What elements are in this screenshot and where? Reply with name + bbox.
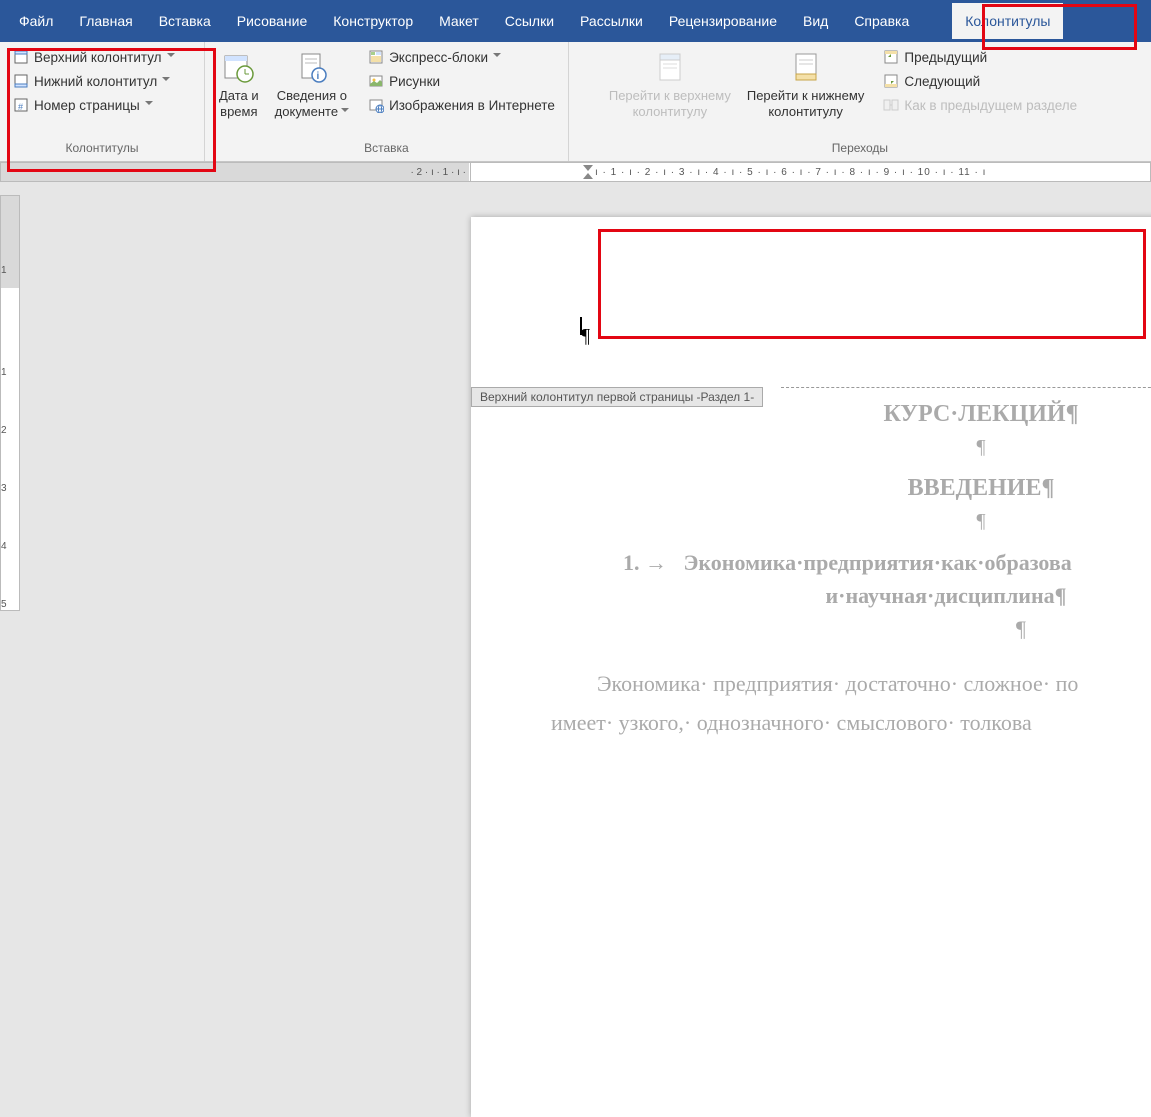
online-pictures-icon: [368, 97, 384, 113]
date-time-button[interactable]: Дата и время: [213, 46, 265, 125]
group-label-insert: Вставка: [213, 139, 560, 157]
go-to-footer-button[interactable]: Перейти к нижнему колонтитулу: [741, 46, 871, 125]
pictures-icon: [368, 73, 384, 89]
online-pictures-label: Изображения в Интернете: [389, 98, 555, 113]
next-icon: [883, 73, 899, 89]
doc-pilcrow: ¶: [551, 432, 1151, 462]
tab-insert[interactable]: Вставка: [146, 3, 224, 39]
document-workspace: ¶ Верхний колонтитул первой страницы -Ра…: [20, 182, 1151, 611]
ruler-scale-right: ı · 1 · ı · 2 · ı · 3 · ı · 4 · ı · 5 · …: [595, 163, 986, 181]
vertical-ruler[interactable]: 1 1 2 3 4 5 6: [0, 195, 20, 611]
tab-view[interactable]: Вид: [790, 3, 841, 39]
tab-draw[interactable]: Рисование: [224, 3, 321, 39]
chevron-down-icon: [145, 101, 153, 109]
indent-marker[interactable]: [582, 165, 594, 181]
page-number-label: Номер страницы: [34, 98, 140, 113]
ruler-v-tick: 1: [1, 256, 7, 285]
go-to-header-label2: колонтитулу: [609, 104, 731, 120]
page-number-button[interactable]: # Номер страницы: [8, 94, 196, 116]
footer-button-label: Нижний колонтитул: [34, 74, 157, 89]
ruler-v-tick: 2: [1, 401, 7, 459]
header-button-label: Верхний колонтитул: [34, 50, 162, 65]
header-divider: [781, 387, 1151, 388]
heading-text: Экономика·предприятия·как·образова: [684, 550, 1072, 575]
group-label-header-footer: Колонтитулы: [8, 139, 196, 157]
quick-parts-icon: [368, 49, 384, 65]
go-to-header-button: Перейти к верхнему колонтитулу: [603, 46, 737, 125]
doc-pilcrow: ¶: [551, 612, 1151, 645]
tab-design[interactable]: Конструктор: [320, 3, 426, 39]
online-pictures-button[interactable]: Изображения в Интернете: [363, 94, 560, 116]
next-button[interactable]: Следующий: [878, 70, 1082, 92]
ruler-scale-left: · 2 · ı · 1 · ı ·: [410, 163, 466, 181]
date-time-label1: Дата и: [219, 88, 259, 104]
date-time-icon: [221, 50, 257, 86]
date-time-label2: время: [219, 104, 259, 120]
quick-parts-label: Экспресс-блоки: [389, 50, 488, 65]
doc-pilcrow: ¶: [551, 506, 1151, 536]
previous-label: Предыдущий: [904, 50, 987, 65]
tab-review[interactable]: Рецензирование: [656, 3, 790, 39]
tab-references[interactable]: Ссылки: [492, 3, 567, 39]
pilcrow-mark: ¶: [581, 325, 590, 348]
quick-parts-button[interactable]: Экспресс-блоки: [363, 46, 560, 68]
group-label-navigation: Переходы: [577, 139, 1143, 157]
tab-header-footer[interactable]: Колонтитулы: [952, 3, 1063, 39]
next-label: Следующий: [904, 74, 980, 89]
document-body: КУРС·ЛЕКЦИЙ¶ ¶ ВВЕДЕНИЕ¶ ¶ 1. → Экономик…: [551, 392, 1151, 739]
go-to-footer-label1: Перейти к нижнему: [747, 88, 865, 104]
previous-button[interactable]: Предыдущий: [878, 46, 1082, 68]
svg-text:#: #: [18, 102, 23, 112]
chevron-down-icon: [341, 108, 349, 116]
ribbon: Верхний колонтитул Нижний колонтитул # Н…: [0, 42, 1151, 162]
group-header-footer: Верхний колонтитул Нижний колонтитул # Н…: [0, 42, 205, 161]
page-number-icon: #: [13, 97, 29, 113]
link-to-previous-button: Как в предыдущем разделе: [878, 94, 1082, 116]
tab-layout[interactable]: Макет: [426, 3, 492, 39]
ruler-v-tick: 4: [1, 517, 7, 575]
doc-info-icon: i: [294, 50, 330, 86]
doc-intro-heading: ВВЕДЕНИЕ¶: [551, 470, 1151, 506]
footer-icon: [13, 73, 29, 89]
chevron-down-icon: [162, 77, 170, 85]
doc-info-label2: документе: [275, 104, 338, 120]
ruler-v-tick: [1, 285, 7, 343]
page[interactable]: ¶ Верхний колонтитул первой страницы -Ра…: [471, 217, 1151, 1117]
doc-info-label1: Сведения о: [275, 88, 349, 104]
tab-file[interactable]: Файл: [6, 3, 66, 39]
doc-paragraph: имеет· узкого,· однозначного· смыслового…: [551, 706, 1151, 739]
svg-text:i: i: [316, 71, 319, 82]
link-to-previous-label: Как в предыдущем разделе: [904, 98, 1077, 113]
tab-home[interactable]: Главная: [66, 3, 145, 39]
tab-mailings[interactable]: Рассылки: [567, 3, 656, 39]
header-icon: [13, 49, 29, 65]
doc-heading-1-line2: и·научная·дисциплина¶: [551, 579, 1151, 612]
doc-paragraph: Экономика· предприятия· достаточно· слож…: [551, 667, 1151, 700]
go-to-header-label1: Перейти к верхнему: [609, 88, 731, 104]
tab-help[interactable]: Справка: [841, 3, 922, 39]
ruler-v-tick: 5: [1, 575, 7, 611]
ribbon-tabs: Файл Главная Вставка Рисование Конструкт…: [0, 0, 1151, 42]
ruler-v-tick: 1: [1, 343, 7, 401]
group-insert: Дата и время i Сведения о документе: [205, 42, 569, 161]
doc-info-button[interactable]: i Сведения о документе: [269, 46, 355, 125]
doc-heading-1: 1. → Экономика·предприятия·как·образова: [551, 546, 1151, 579]
group-navigation: Перейти к верхнему колонтитулу Перейти к…: [569, 42, 1151, 161]
go-to-footer-label2: колонтитулу: [747, 104, 865, 120]
heading-number: 1. →: [623, 550, 667, 575]
pictures-label: Рисунки: [389, 74, 440, 89]
chevron-down-icon: [167, 53, 175, 61]
footer-button[interactable]: Нижний колонтитул: [8, 70, 196, 92]
go-to-header-icon: [652, 50, 688, 86]
previous-icon: [883, 49, 899, 65]
header-button[interactable]: Верхний колонтитул: [8, 46, 196, 68]
link-to-previous-icon: [883, 97, 899, 113]
chevron-down-icon: [493, 53, 501, 61]
horizontal-ruler[interactable]: · 2 · ı · 1 · ı · ı · 1 · ı · 2 · ı · 3 …: [0, 162, 1151, 182]
ruler-v-tick: 3: [1, 459, 7, 517]
pictures-button[interactable]: Рисунки: [363, 70, 560, 92]
go-to-footer-icon: [788, 50, 824, 86]
doc-title: КУРС·ЛЕКЦИЙ¶: [551, 396, 1151, 432]
